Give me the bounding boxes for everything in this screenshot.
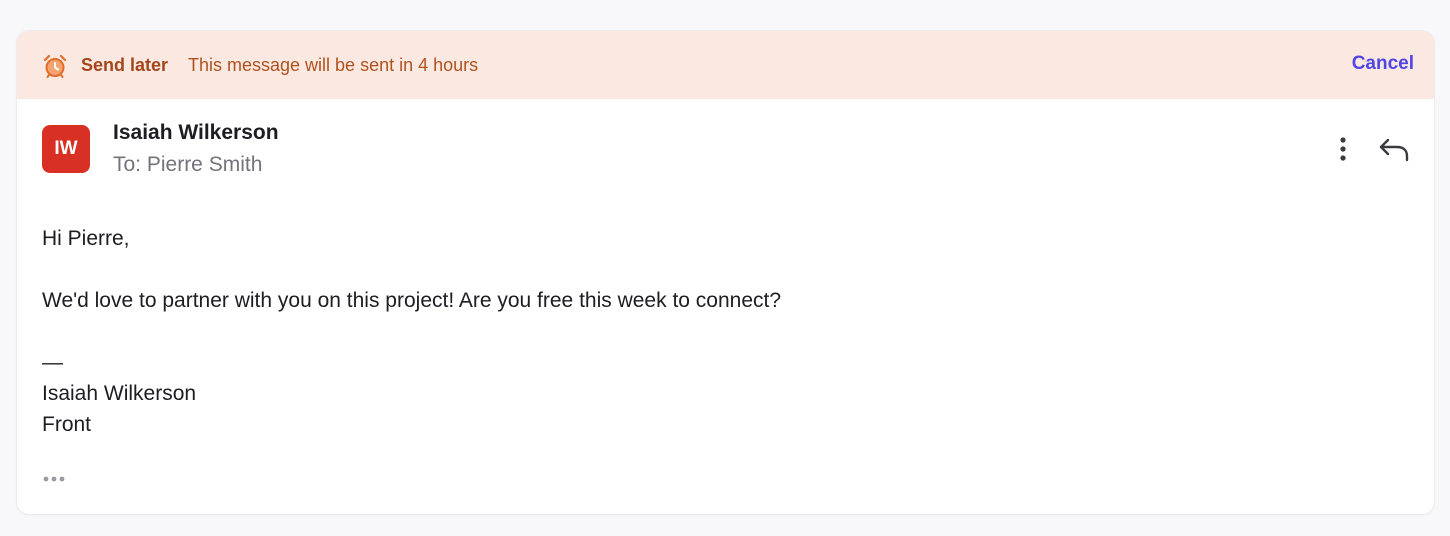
signature-name: Isaiah Wilkerson	[42, 382, 197, 405]
cancel-send-later-button[interactable]: Cancel	[1352, 53, 1414, 75]
recipient-line: To: Pierre Smith	[113, 153, 263, 176]
banner-title: Send later	[81, 55, 169, 75]
signature-separator: —	[42, 351, 63, 374]
email-greeting: Hi Pierre,	[42, 227, 130, 250]
signature-company: Front	[42, 413, 92, 436]
sender-name: Isaiah Wilkerson	[113, 121, 279, 144]
email-body: Hi Pierre, We'd love to partner with you…	[42, 223, 781, 440]
banner-message: This message will be sent in 4 hours	[188, 55, 479, 75]
avatar: IW	[42, 125, 90, 173]
email-paragraph: We'd love to partner with you on this pr…	[42, 289, 782, 312]
show-trimmed-content-ellipsis-icon[interactable]	[42, 469, 70, 489]
send-later-banner: Send later This message will be sent in …	[17, 31, 1434, 99]
more-vertical-icon[interactable]	[1333, 135, 1353, 163]
reply-icon[interactable]	[1377, 135, 1411, 163]
alarm-clock-icon	[43, 54, 67, 78]
email-card: Send later This message will be sent in …	[17, 31, 1434, 514]
